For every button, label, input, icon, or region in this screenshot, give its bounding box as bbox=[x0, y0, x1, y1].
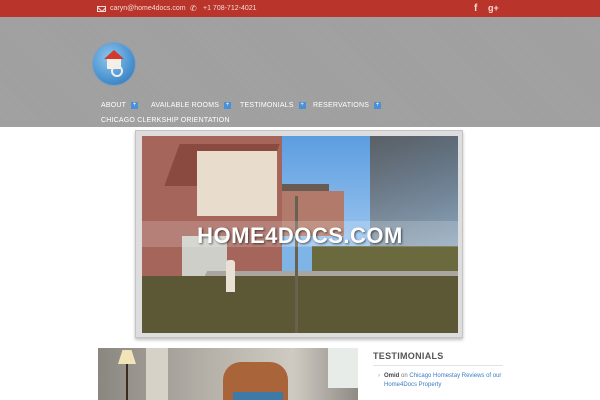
room-photo[interactable] bbox=[98, 348, 358, 400]
submenu-plus-icon[interactable]: + bbox=[298, 102, 306, 109]
room-door bbox=[146, 348, 168, 400]
email-link[interactable]: caryn@home4docs.com bbox=[97, 3, 186, 14]
lamp-pole bbox=[126, 364, 128, 400]
submenu-plus-icon[interactable]: + bbox=[374, 102, 382, 109]
slide-caption: HOME4DOCS.COM bbox=[197, 223, 403, 248]
widget-title: TESTIMONIALS bbox=[373, 351, 444, 361]
nav-item-chicago-clerkship-orientation[interactable]: CHICAGO CLERKSHIP ORIENTATION bbox=[101, 117, 230, 124]
widget-divider bbox=[373, 365, 503, 366]
room-window bbox=[328, 348, 358, 388]
nav-item-reservations[interactable]: RESERVATIONS + bbox=[313, 102, 382, 109]
testimonial-text: Omid on Chicago Homestay Reviews of our … bbox=[384, 372, 503, 390]
nav-item-label[interactable]: RESERVATIONS bbox=[313, 102, 369, 109]
photo-child bbox=[226, 260, 235, 292]
stethoscope-icon bbox=[111, 65, 123, 77]
submenu-plus-icon[interactable]: + bbox=[131, 102, 139, 109]
hero-slide-photo[interactable]: HOME4DOCS.COM bbox=[142, 136, 458, 333]
google-plus-icon[interactable]: g+ bbox=[488, 2, 499, 15]
nav-item-available-rooms[interactable]: AVAILABLE ROOMS + bbox=[151, 102, 232, 109]
site-logo[interactable] bbox=[93, 43, 135, 85]
bed-blanket bbox=[233, 392, 283, 400]
photo-house1-side bbox=[197, 151, 277, 216]
envelope-icon bbox=[97, 5, 106, 12]
photo-lawn bbox=[142, 276, 458, 333]
facebook-icon[interactable]: f bbox=[474, 2, 477, 15]
phone-text[interactable]: +1 708-712-4021 bbox=[203, 5, 257, 12]
top-contact-bar: caryn@home4docs.com ✆ +1 708-712-4021 f … bbox=[0, 0, 600, 17]
phone-link[interactable]: ✆ +1 708-712-4021 bbox=[190, 3, 257, 14]
nav-item-label[interactable]: TESTIMONIALS bbox=[240, 102, 294, 109]
nav-item-label[interactable]: CHICAGO CLERKSHIP ORIENTATION bbox=[101, 117, 230, 124]
photo-pole bbox=[295, 196, 298, 333]
nav-item-label[interactable]: AVAILABLE ROOMS bbox=[151, 102, 219, 109]
hero-slider: HOME4DOCS.COM bbox=[135, 130, 463, 338]
email-text[interactable]: caryn@home4docs.com bbox=[110, 5, 186, 12]
testimonial-author: Omid bbox=[384, 373, 400, 379]
bullet-icon: › bbox=[378, 373, 380, 379]
nav-item-about[interactable]: ABOUT + bbox=[101, 102, 139, 109]
logo-roof bbox=[104, 50, 124, 59]
submenu-plus-icon[interactable]: + bbox=[224, 102, 232, 109]
phone-icon: ✆ bbox=[190, 4, 197, 13]
nav-item-label[interactable]: ABOUT bbox=[101, 102, 126, 109]
site-header: ABOUT + AVAILABLE ROOMS + TESTIMONIALS +… bbox=[0, 17, 600, 127]
testimonial-entry: › Omid on Chicago Homestay Reviews of ou… bbox=[378, 372, 503, 390]
nav-item-testimonials[interactable]: TESTIMONIALS + bbox=[240, 102, 306, 109]
testimonial-connector: on bbox=[401, 373, 408, 379]
